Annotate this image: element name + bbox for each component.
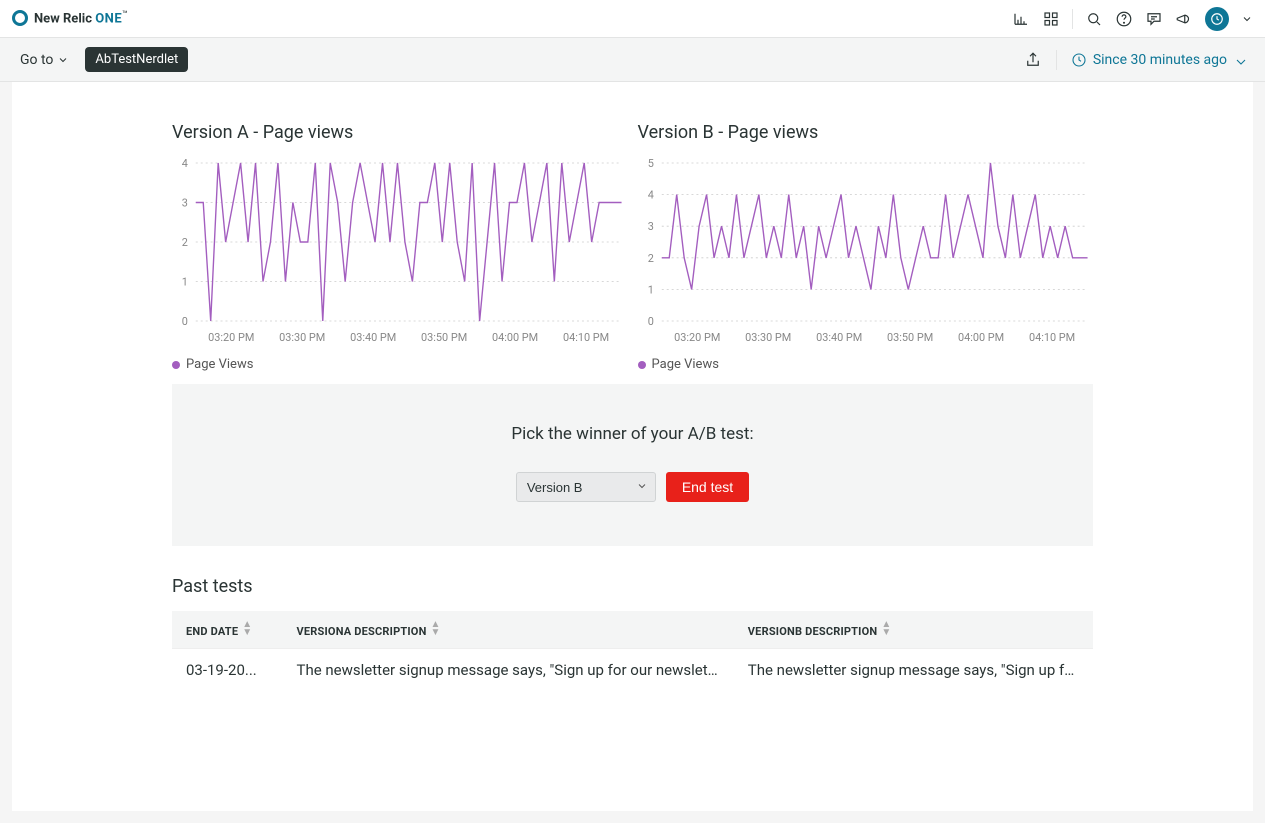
chart-a-plot: 0 1 2 3 4 03:20 PM 03:30 PM 03:40 PM 03:50 PM 04:… — [172, 157, 628, 347]
past-tests-table: END DATE▲▼ VERSIONA DESCRIPTION▲▼ VERSIO… — [172, 611, 1093, 691]
svg-text:03:40 PM: 03:40 PM — [816, 331, 862, 344]
svg-text:03:40 PM: 03:40 PM — [350, 331, 396, 344]
col-end-date[interactable]: END DATE▲▼ — [172, 611, 283, 649]
breadcrumb: Go to AbTestNerdlet — [20, 47, 188, 72]
version-select[interactable]: Version B — [516, 472, 656, 502]
legend-dot-icon — [638, 361, 646, 369]
chart-a: Version A - Page views 0 1 2 3 4 03:20 PM 03:3… — [172, 122, 628, 372]
svg-text:03:30 PM: 03:30 PM — [745, 331, 791, 344]
goto-dropdown[interactable]: Go to — [20, 52, 69, 68]
chart-a-legend: Page Views — [172, 357, 628, 372]
svg-text:2: 2 — [647, 252, 653, 265]
past-tests-title: Past tests — [172, 576, 1093, 597]
timerange-picker[interactable]: Since 30 minutes ago — [1071, 52, 1245, 68]
announce-icon[interactable] — [1175, 10, 1193, 28]
svg-text:03:20 PM: 03:20 PM — [674, 331, 720, 344]
search-icon[interactable] — [1085, 10, 1103, 28]
svg-text:04:10 PM: 04:10 PM — [563, 331, 609, 344]
chart-b: Version B - Page views 0 1 2 3 4 5 03:20 PM 03:… — [638, 122, 1094, 372]
winner-title: Pick the winner of your A/B test: — [172, 424, 1093, 444]
col-version-b[interactable]: VERSIONB DESCRIPTION▲▼ — [734, 611, 1093, 649]
apps-grid-icon[interactable] — [1042, 10, 1060, 28]
nerdlet-name-pill: AbTestNerdlet — [85, 47, 188, 72]
help-icon[interactable] — [1115, 10, 1133, 28]
chart-b-legend: Page Views — [638, 357, 1094, 372]
table-row[interactable]: 03-19-20...The newsletter signup message… — [172, 649, 1093, 692]
table-cell: The newsletter signup message says, "Sig… — [283, 649, 734, 692]
svg-text:0: 0 — [647, 315, 653, 328]
chevron-down-icon[interactable] — [1241, 13, 1253, 25]
chart-b-plot: 0 1 2 3 4 5 03:20 PM 03:30 PM 03:40 PM 03:50 PM 04… — [638, 157, 1094, 347]
svg-text:04:00 PM: 04:00 PM — [958, 331, 1004, 344]
feedback-icon[interactable] — [1145, 10, 1163, 28]
main-card: Version A - Page views 0 1 2 3 4 03:20 PM 03:3… — [12, 82, 1253, 811]
svg-text:04:10 PM: 04:10 PM — [1028, 331, 1074, 344]
legend-label: Page Views — [652, 357, 719, 372]
brand-tm: ™ — [122, 10, 128, 20]
brand-name: New Relic — [34, 12, 92, 27]
sort-icon: ▲▼ — [242, 621, 252, 637]
svg-text:2: 2 — [182, 236, 188, 249]
brand-suffix: ONE — [95, 12, 122, 27]
global-header: New Relic ONE™ — [0, 0, 1265, 38]
svg-text:03:20 PM: 03:20 PM — [208, 331, 254, 344]
version-select-input[interactable]: Version B — [516, 472, 656, 502]
chevron-down-icon — [1233, 54, 1245, 66]
chart-a-title: Version A - Page views — [172, 122, 628, 143]
brand-mark-icon — [12, 10, 28, 26]
svg-text:4: 4 — [647, 189, 653, 202]
svg-text:1: 1 — [182, 275, 188, 288]
header-actions — [1012, 7, 1253, 31]
divider — [1072, 9, 1073, 29]
clock-icon — [1071, 52, 1087, 68]
winner-panel: Pick the winner of your A/B test: Versio… — [172, 384, 1093, 546]
winner-controls: Version B End test — [172, 472, 1093, 502]
legend-dot-icon — [172, 361, 180, 369]
charts-row: Version A - Page views 0 1 2 3 4 03:20 PM 03:3… — [172, 122, 1093, 372]
table-cell: 03-19-20... — [172, 649, 283, 692]
svg-text:5: 5 — [647, 157, 653, 170]
sort-icon: ▲▼ — [431, 621, 441, 637]
svg-text:03:30 PM: 03:30 PM — [279, 331, 325, 344]
chart-b-title: Version B - Page views — [638, 122, 1094, 143]
svg-text:03:50 PM: 03:50 PM — [887, 331, 933, 344]
page-body: Version A - Page views 0 1 2 3 4 03:20 PM 03:3… — [0, 82, 1265, 823]
svg-text:3: 3 — [182, 196, 188, 209]
svg-text:3: 3 — [647, 220, 653, 233]
svg-text:1: 1 — [647, 283, 653, 296]
chart-icon[interactable] — [1012, 10, 1030, 28]
goto-label: Go to — [20, 52, 53, 68]
svg-text:4: 4 — [182, 157, 188, 170]
divider — [1056, 50, 1057, 70]
table-cell: The newsletter signup message says, "Sig… — [734, 649, 1093, 692]
svg-text:0: 0 — [182, 315, 188, 328]
timerange-label: Since 30 minutes ago — [1093, 52, 1227, 68]
sub-header-right: Since 30 minutes ago — [1024, 50, 1245, 70]
user-avatar[interactable] — [1205, 7, 1229, 31]
chevron-down-icon — [57, 54, 69, 66]
legend-label: Page Views — [186, 357, 253, 372]
sort-icon: ▲▼ — [881, 621, 891, 637]
share-icon[interactable] — [1024, 51, 1042, 69]
col-version-a[interactable]: VERSIONA DESCRIPTION▲▼ — [283, 611, 734, 649]
brand-logo[interactable]: New Relic ONE™ — [12, 10, 128, 26]
end-test-button[interactable]: End test — [666, 472, 749, 502]
svg-text:04:00 PM: 04:00 PM — [492, 331, 538, 344]
table-header-row: END DATE▲▼ VERSIONA DESCRIPTION▲▼ VERSIO… — [172, 611, 1093, 649]
svg-text:03:50 PM: 03:50 PM — [421, 331, 467, 344]
sub-header: Go to AbTestNerdlet Since 30 minutes ago — [0, 38, 1265, 82]
